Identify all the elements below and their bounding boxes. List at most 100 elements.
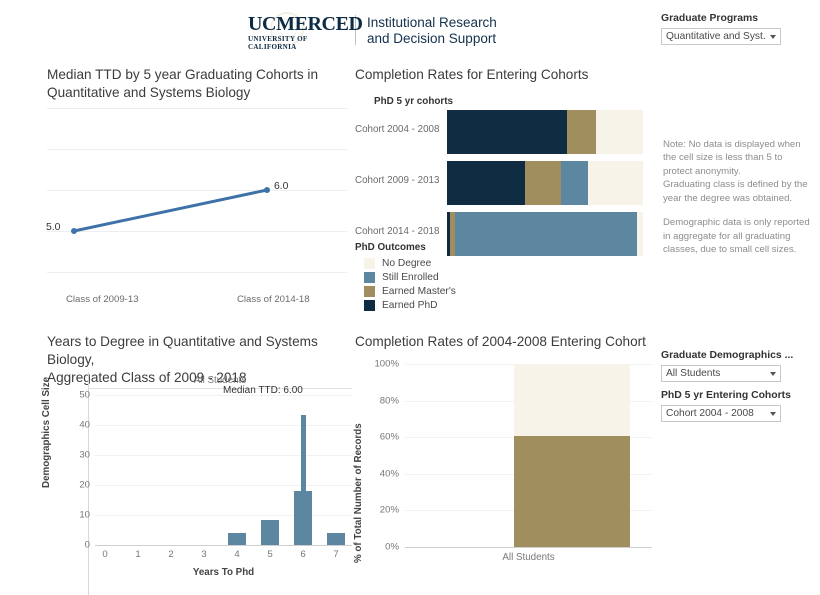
legend-title: PhD Outcomes bbox=[355, 242, 426, 253]
panel-years-to-degree-histogram: Years to Degree in Quantitative and Syst… bbox=[41, 333, 352, 595]
y-tick-40: 40 bbox=[79, 419, 90, 431]
histogram-median-reference-line[interactable] bbox=[300, 414, 306, 545]
table-row: Cohort 2004 - 2008 bbox=[355, 110, 655, 154]
legend-item-earned-masters[interactable]: Earned Master's bbox=[355, 284, 535, 298]
legend-item-still-enrolled[interactable]: Still Enrolled bbox=[355, 270, 535, 284]
y-tick-60pct: 60% bbox=[379, 431, 399, 443]
x-tick-5: 5 bbox=[267, 549, 273, 560]
y-tick-80pct: 80% bbox=[379, 395, 399, 407]
pct-baseline bbox=[405, 547, 652, 548]
segment-no-degree[interactable] bbox=[588, 161, 643, 205]
logo-subtitle: UNIVERSITY OF CALIFORNIA bbox=[248, 35, 308, 51]
cohorts-axis-title: PhD 5 yr cohorts bbox=[374, 96, 454, 107]
pct-x-tick-all-students: All Students bbox=[502, 552, 555, 563]
x-tick-6: 6 bbox=[300, 549, 306, 560]
segment-earned-masters[interactable] bbox=[525, 161, 561, 205]
x-tick-0: 0 bbox=[102, 549, 108, 560]
y-tick-50: 50 bbox=[79, 389, 90, 401]
table-row: Cohort 2009 - 2013 bbox=[355, 161, 655, 205]
department-title: Institutional Research and Decision Supp… bbox=[367, 14, 497, 46]
filter-graduate-demographics-select[interactable]: All Students bbox=[661, 365, 781, 382]
histogram-bar-4[interactable] bbox=[228, 533, 246, 545]
legend-swatch-still-enrolled bbox=[364, 271, 375, 283]
chevron-down-icon bbox=[770, 34, 776, 39]
panel-median-ttd-title: Median TTD by 5 year Graduating Cohorts … bbox=[47, 67, 318, 100]
legend-swatch-earned-phd bbox=[364, 299, 375, 311]
data-point-label-2014-18: 6.0 bbox=[274, 181, 289, 192]
x-tick-1: 1 bbox=[135, 549, 141, 560]
histogram-x-axis-label: Years To Phd bbox=[192, 567, 255, 578]
panel-median-ttd-line: Median TTD by 5 year Graduating Cohorts … bbox=[46, 66, 347, 306]
filter-phd-entering-cohorts-label: PhD 5 yr Entering Cohorts bbox=[661, 390, 791, 401]
x-tick-7: 7 bbox=[333, 549, 339, 560]
filter-graduate-programs-select[interactable]: Quantitative and Syst... bbox=[661, 28, 781, 45]
filter-graduate-programs-value: Quantitative and Syst... bbox=[666, 31, 766, 42]
chevron-down-icon bbox=[770, 411, 776, 416]
histogram-plot: 0 10 20 30 40 50 Median TTD: 6.00 bbox=[79, 385, 352, 551]
segment-no-degree[interactable] bbox=[637, 212, 643, 256]
panel-completion-rates-cohorts: Completion Rates for Entering Cohorts Ph… bbox=[355, 66, 655, 311]
histogram-median-annotation: Median TTD: 6.00 bbox=[223, 385, 303, 396]
histogram-bar-7[interactable] bbox=[327, 533, 345, 545]
filter-phd-entering-cohorts: PhD 5 yr Entering Cohorts Cohort 2004 - … bbox=[661, 390, 791, 422]
panel-completion-2004-title: Completion Rates of 2004-2008 Entering C… bbox=[355, 334, 646, 349]
filter-graduate-demographics-value: All Students bbox=[666, 368, 721, 379]
filter-graduate-demographics: Graduate Demographics ... All Students bbox=[661, 350, 793, 382]
note-block: Note: No data is displayed when the cell… bbox=[663, 124, 813, 270]
stacked-bar-cohort-2004[interactable] bbox=[447, 110, 643, 154]
legend-label-still-enrolled: Still Enrolled bbox=[382, 271, 439, 283]
segment-no-degree[interactable] bbox=[513, 364, 630, 437]
data-point-2014-18[interactable] bbox=[264, 187, 270, 193]
filter-graduate-programs: Graduate Programs Quantitative and Syst.… bbox=[661, 13, 781, 45]
segment-earned-masters[interactable] bbox=[513, 436, 630, 547]
y-tick-40pct: 40% bbox=[379, 468, 399, 480]
pct-y-axis-label: % of Total Number of Records bbox=[353, 423, 364, 563]
row-label-cohort-2004: Cohort 2004 - 2008 bbox=[355, 124, 440, 135]
chevron-down-icon bbox=[770, 371, 776, 376]
data-point-label-2009-13: 5.0 bbox=[46, 222, 61, 233]
x-tick-3: 3 bbox=[201, 549, 207, 560]
legend-swatch-earned-masters bbox=[364, 285, 375, 297]
segment-earned-phd[interactable] bbox=[447, 110, 567, 154]
y-tick-0pct: 0% bbox=[385, 541, 399, 553]
histogram-panel-label: All Students bbox=[88, 372, 352, 389]
stacked-bar-cohort-2009[interactable] bbox=[447, 161, 643, 205]
row-label-cohort-2009: Cohort 2009 - 2013 bbox=[355, 175, 440, 186]
note-paragraph-1: Note: No data is displayed when the cell… bbox=[663, 138, 808, 204]
histogram-bar-5[interactable] bbox=[261, 519, 279, 545]
segment-earned-masters[interactable] bbox=[566, 110, 596, 154]
histogram-baseline bbox=[95, 545, 352, 546]
filter-graduate-programs-label: Graduate Programs bbox=[661, 13, 759, 24]
legend-item-earned-phd[interactable]: Earned PhD bbox=[355, 298, 535, 312]
x-tick-2009-13: Class of 2009-13 bbox=[66, 294, 139, 305]
filter-phd-entering-cohorts-value: Cohort 2004 - 2008 bbox=[666, 408, 754, 419]
histogram-x-axis: 0 1 2 3 4 5 6 7 bbox=[95, 549, 352, 563]
x-tick-4: 4 bbox=[234, 549, 240, 560]
brand-lockup: UCMERCED UNIVERSITY OF CALIFORNIA Instit… bbox=[248, 12, 497, 51]
y-tick-100pct: 100% bbox=[374, 358, 399, 370]
y-tick-30: 30 bbox=[79, 449, 90, 461]
legend-label-earned-phd: Earned PhD bbox=[382, 299, 438, 311]
stacked-bar-all-students bbox=[513, 364, 630, 547]
segment-still-enrolled[interactable] bbox=[560, 161, 589, 205]
median-ttd-x-axis: Class of 2009-13 Class of 2014-18 bbox=[47, 294, 347, 306]
cohorts-bar-rows: Cohort 2004 - 2008 Cohort 2009 - 2013 Co… bbox=[355, 110, 655, 263]
data-point-2009-13[interactable] bbox=[71, 228, 77, 234]
logo-wordmark: UCMERCED bbox=[248, 13, 363, 35]
y-tick-20pct: 20% bbox=[379, 504, 399, 516]
panel-completion-cohorts-title: Completion Rates for Entering Cohorts bbox=[355, 67, 589, 82]
legend-label-earned-masters: Earned Master's bbox=[382, 285, 456, 297]
segment-no-degree[interactable] bbox=[595, 110, 643, 154]
note-paragraph-2: Demographic data is only reported in agg… bbox=[663, 217, 810, 255]
histogram-y-axis-label: Demographics Cell Size bbox=[41, 376, 52, 488]
filter-graduate-demographics-label: Graduate Demographics ... bbox=[661, 350, 794, 361]
x-tick-2014-18: Class of 2014-18 bbox=[237, 294, 310, 305]
filter-phd-entering-cohorts-select[interactable]: Cohort 2004 - 2008 bbox=[661, 405, 781, 422]
legend-item-no-degree[interactable]: No Degree bbox=[355, 256, 535, 270]
segment-earned-phd[interactable] bbox=[447, 161, 526, 205]
panel-completion-rates-2004: Completion Rates of 2004-2008 Entering C… bbox=[353, 333, 655, 595]
row-label-cohort-2014: Cohort 2014 - 2018 bbox=[355, 226, 440, 237]
legend-swatch-no-degree bbox=[364, 257, 375, 269]
x-tick-2: 2 bbox=[168, 549, 174, 560]
y-tick-10: 10 bbox=[79, 509, 90, 521]
